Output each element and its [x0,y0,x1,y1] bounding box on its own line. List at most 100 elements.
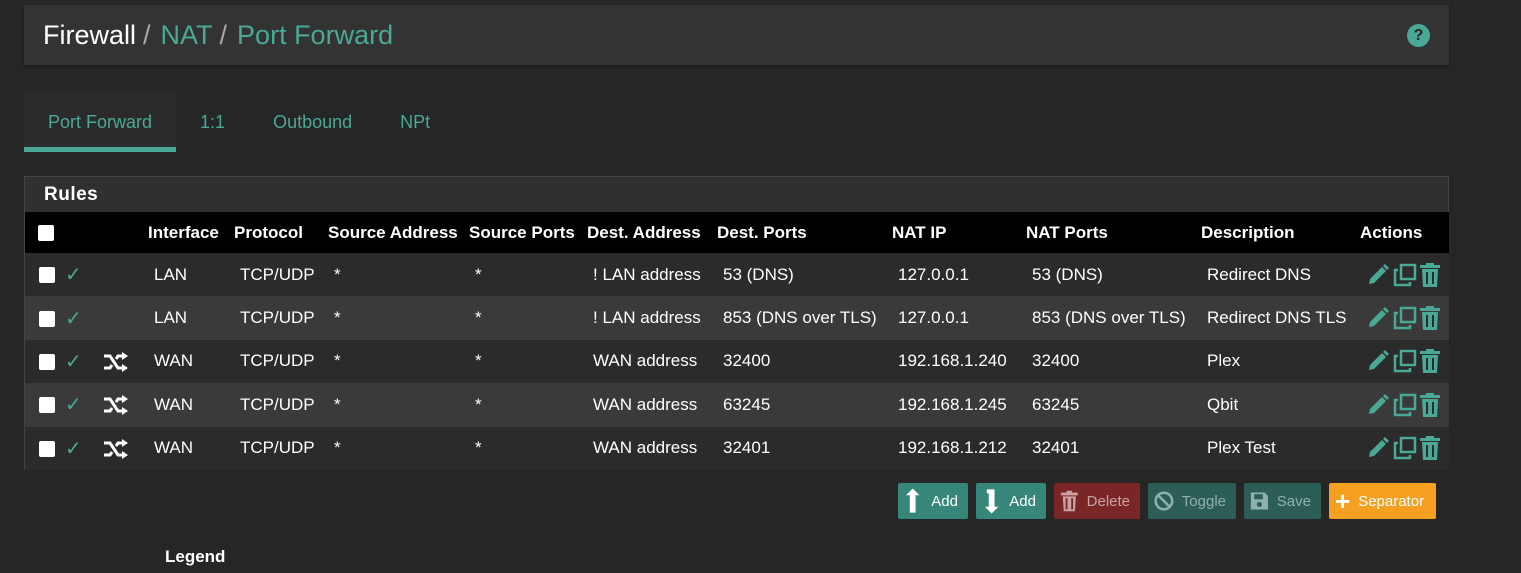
cell-dest-ports: 32400 [723,351,771,371]
row-select-checkbox[interactable] [39,353,55,370]
breadcrumb-port-forward-link[interactable]: Port Forward [237,20,393,51]
copy-icon[interactable] [1393,306,1417,330]
plus-icon: + [1335,486,1351,516]
cell-dest-ports: 63245 [723,394,771,414]
pencil-icon[interactable] [1366,263,1390,287]
table-row[interactable]: ✓ LAN TCP/UDP * * ! LAN address 53 (DNS) 127.0.… [25,253,1449,297]
cell-nat-ports: 53 (DNS) [1032,264,1103,284]
arrow-up-icon [905,488,920,513]
trash-icon[interactable] [1420,436,1440,461]
help-icon[interactable]: ? [1407,24,1430,47]
shuffle-icon [104,351,128,372]
check-icon: ✓ [65,307,82,330]
cell-nat-ip: 192.168.1.245 [898,394,1007,414]
trash-icon[interactable] [1420,306,1440,331]
arrow-down-icon [984,489,999,514]
breadcrumb-firewall: Firewall [43,19,137,50]
copy-icon[interactable] [1393,349,1417,373]
tab-npt[interactable]: NPt [376,92,454,152]
cell-interface: LAN [154,308,188,328]
cell-interface: WAN [154,394,194,414]
check-icon: ✓ [65,437,82,460]
cell-protocol: TCP/UDP [240,394,315,414]
col-description[interactable]: Description [1201,212,1360,253]
cell-description: Redirect DNS TLS [1207,308,1347,328]
cell-source-ports: * [475,394,482,414]
add-separator-button[interactable]: + Separator [1329,483,1436,519]
cell-interface: LAN [154,264,188,284]
table-row[interactable]: ✓ WAN TCP/UDP * * WAN address 32401 192.168.1.2… [25,426,1449,470]
cell-protocol: TCP/UDP [240,351,315,371]
row-actions [1366,349,1449,374]
copy-icon[interactable] [1393,436,1417,460]
table-row[interactable]: ✓ WAN TCP/UDP * * WAN address 32400 192.168.1.2… [25,339,1449,384]
save-button[interactable]: Save [1244,483,1321,519]
col-source-ports[interactable]: Source Ports [469,212,587,253]
rules-table: Interface Protocol Source Address Source… [25,212,1449,470]
table-row[interactable]: ✓ WAN TCP/UDP * * WAN address 63245 192.168.1.2… [25,383,1449,427]
check-icon: ✓ [65,394,82,417]
tab-port-forward[interactable]: Port Forward [24,92,177,152]
shuffle-icon [104,395,128,416]
row-select-checkbox[interactable] [39,440,55,457]
cell-nat-ports: 63245 [1032,394,1080,414]
ban-icon [1154,491,1174,511]
col-nat-ports[interactable]: NAT Ports [1026,212,1201,253]
cell-source-address: * [334,438,341,458]
breadcrumb-separator: / [143,19,151,50]
cell-source-ports: * [475,264,482,284]
breadcrumb-nat-link[interactable]: NAT [161,20,213,51]
delete-label: Delete [1086,492,1130,510]
breadcrumb: Firewall / NAT / Port Forward [43,20,393,51]
cell-source-address: * [334,308,341,328]
rules-panel: Rules Interface Protocol Source Address … [24,176,1449,470]
copy-icon[interactable] [1393,263,1417,287]
add-top-button[interactable]: Add [898,483,968,519]
trash-icon[interactable] [1420,349,1440,374]
row-actions [1366,306,1449,331]
col-dest-address[interactable]: Dest. Address [587,212,717,253]
trash-icon [1060,490,1078,512]
pencil-icon[interactable] [1366,306,1390,330]
row-select-checkbox[interactable] [39,397,55,414]
trash-icon[interactable] [1420,262,1440,287]
col-nat-ip[interactable]: NAT IP [892,212,1026,253]
tab-one-to-one[interactable]: 1:1 [176,92,249,152]
separator-label: Separator [1358,492,1425,510]
add-top-label: Add [931,492,958,510]
trash-icon[interactable] [1420,392,1440,417]
cell-dest-ports: 853 (DNS over TLS) [723,308,877,328]
cell-dest-address: WAN address [593,438,698,458]
row-select-checkbox[interactable] [39,267,55,284]
cell-interface: WAN [154,351,194,371]
row-select-checkbox[interactable] [39,310,55,327]
breadcrumb-separator: / [219,19,228,50]
pencil-icon[interactable] [1366,436,1390,460]
table-row[interactable]: ✓ LAN TCP/UDP * * ! LAN address 853 (DNS over … [25,296,1449,340]
cell-source-ports: * [475,308,482,328]
tab-outbound[interactable]: Outbound [249,92,376,152]
add-bottom-button[interactable]: Add [976,483,1046,519]
col-dest-ports[interactable]: Dest. Ports [717,212,892,253]
select-all-checkbox[interactable] [38,225,54,242]
cell-source-ports: * [475,438,482,458]
cell-dest-address: ! LAN address [593,264,701,284]
cell-description: Plex [1207,351,1241,371]
col-protocol[interactable]: Protocol [234,212,328,253]
delete-button[interactable]: Delete [1054,483,1140,519]
action-buttons: Add Add Delete Toggle Save + Separator [898,483,1436,519]
cell-dest-address: WAN address [593,394,698,414]
col-source-address[interactable]: Source Address [328,212,469,253]
cell-dest-address: WAN address [593,351,698,371]
page-header: Firewall / NAT / Port Forward ? [24,5,1449,66]
col-interface[interactable]: Interface [148,212,234,253]
add-bottom-label: Add [1009,492,1036,510]
toggle-label: Toggle [1181,492,1226,510]
toggle-button[interactable]: Toggle [1148,483,1236,519]
copy-icon[interactable] [1393,393,1417,417]
pencil-icon[interactable] [1366,393,1390,417]
cell-description: Qbit [1207,394,1239,414]
nat-tabs: Port Forward 1:1 Outbound NPt [24,92,454,152]
cell-description: Plex Test [1207,438,1276,458]
pencil-icon[interactable] [1366,349,1390,373]
